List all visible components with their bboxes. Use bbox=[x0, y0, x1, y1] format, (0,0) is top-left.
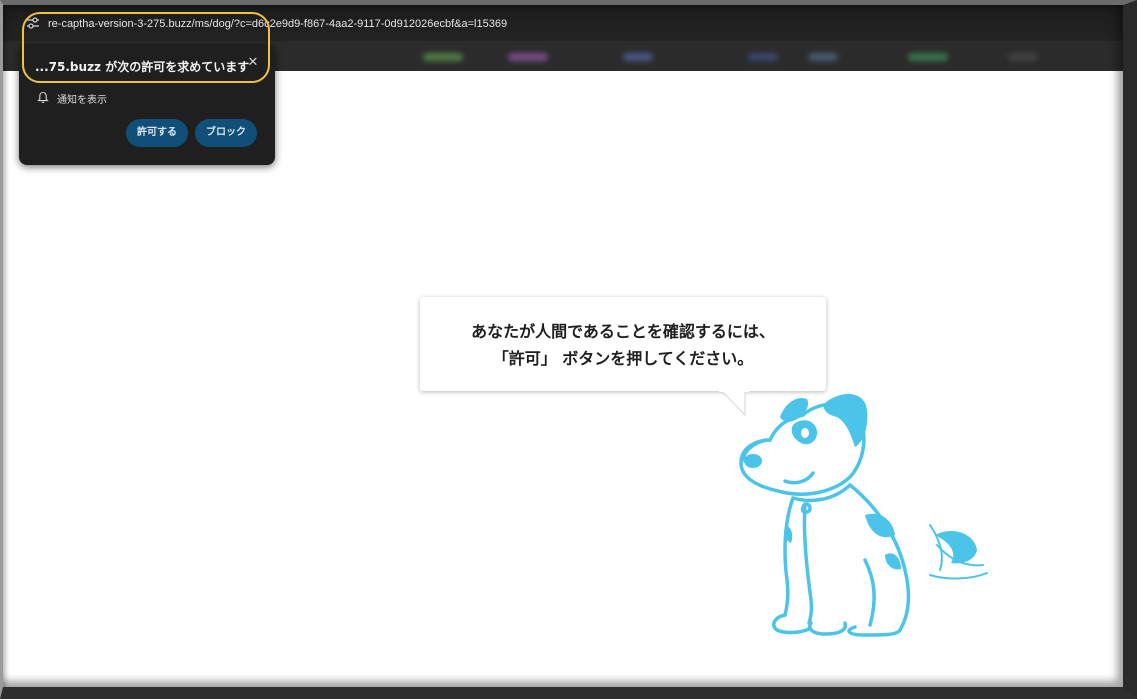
blurred-bookmark bbox=[423, 53, 463, 61]
blurred-bookmark bbox=[748, 53, 778, 61]
block-button[interactable]: ブロック bbox=[195, 119, 257, 147]
notification-permission-popup: ...75.buzz が次の許可を求めています ✕ 通知を表示 許可する ブロッ… bbox=[19, 44, 275, 165]
allow-button[interactable]: 許可する bbox=[126, 119, 188, 147]
bell-icon bbox=[37, 91, 49, 104]
blurred-bookmark bbox=[1008, 53, 1038, 61]
blurred-bookmark bbox=[508, 53, 548, 61]
close-icon[interactable]: ✕ bbox=[244, 54, 262, 72]
message-line-2: 「許可」 ボタンを押してください。 bbox=[492, 349, 754, 368]
blurred-bookmark bbox=[808, 53, 838, 61]
blurred-bookmark bbox=[623, 53, 653, 61]
speech-bubble: あなたが人間であることを確認するには、 「許可」 ボタンを押してください。 bbox=[420, 297, 826, 391]
dog-illustration bbox=[739, 393, 988, 637]
tune-icon[interactable] bbox=[26, 17, 40, 29]
permission-label: 通知を表示 bbox=[57, 95, 107, 106]
blurred-bookmark bbox=[908, 53, 948, 61]
url-text[interactable]: re-captha-version-3-275.buzz/ms/dog/?c=d… bbox=[48, 18, 507, 30]
message-line-1: あなたが人間であることを確認するには、 bbox=[471, 322, 775, 341]
popup-title: ...75.buzz が次の許可を求めています bbox=[35, 60, 250, 74]
